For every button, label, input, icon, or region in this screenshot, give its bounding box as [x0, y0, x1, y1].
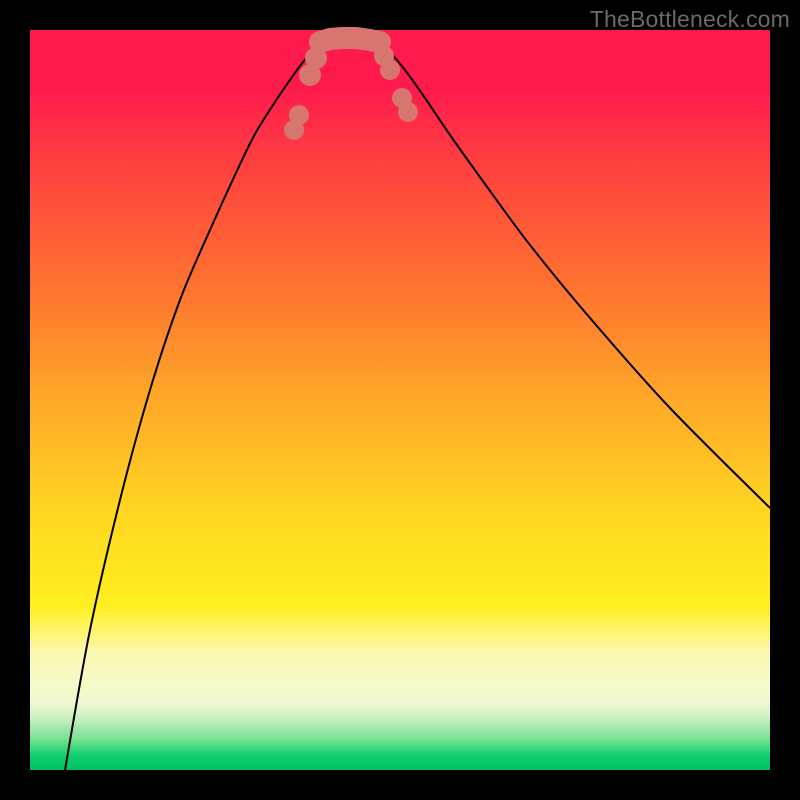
left-lower-dot-2 — [305, 47, 327, 69]
left-upper-dot-2 — [289, 105, 309, 125]
right-upper-dot-2 — [398, 102, 418, 122]
valley-floor — [320, 38, 380, 42]
right-curve — [380, 42, 770, 508]
right-lower-dot-2 — [380, 60, 400, 80]
curve-layer — [30, 30, 770, 770]
chart-frame: TheBottleneck.com — [0, 0, 800, 800]
left-curve — [65, 42, 320, 770]
plot-area — [30, 30, 770, 770]
watermark-text: TheBottleneck.com — [590, 6, 790, 33]
